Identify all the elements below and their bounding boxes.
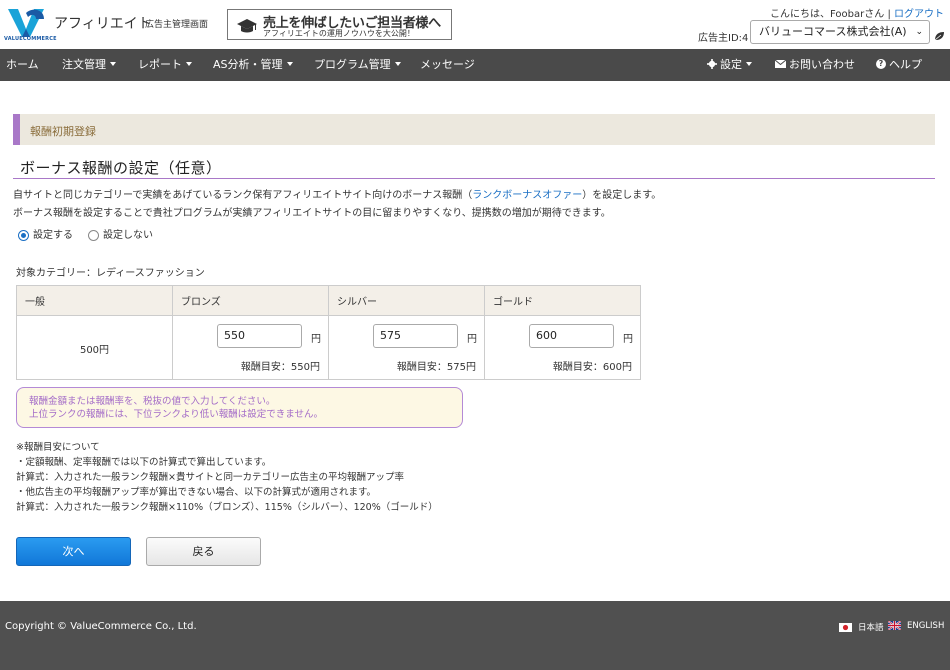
main-nav: ホーム 注文管理 レポート AS分析・管理 プログラム管理 メッセージ 設定 お… bbox=[0, 49, 950, 81]
header-silver: シルバー bbox=[328, 285, 485, 316]
section-header: 報酬初期登録 bbox=[13, 114, 935, 145]
chevron-down-icon: ⌄ bbox=[915, 27, 923, 37]
bronze-unit: 円 bbox=[311, 334, 321, 345]
nav-orders-label: 注文管理 bbox=[62, 58, 106, 71]
nav-help-label: ヘルプ bbox=[889, 58, 922, 71]
nav-settings-label: 設定 bbox=[720, 58, 742, 71]
rank-reward-table: 一般 ブロンズ シルバー ゴールド 500円 550 円 報酬目安：550円 5… bbox=[16, 285, 641, 380]
graduation-cap-icon bbox=[237, 19, 257, 33]
description-line-1: 自サイトと同じカテゴリーで実績をあげているランク保有アフィリエイトサイト向けのボ… bbox=[13, 186, 661, 201]
note-line: ・定額報酬、定率報酬では以下の計算式で算出しています。 bbox=[16, 457, 272, 468]
header: VALUECOMMERCE アフィリエイト 広告主管理画面 売上を伸ばしたいご担… bbox=[0, 0, 950, 49]
caret-down-icon bbox=[394, 62, 401, 66]
reward-estimate-notes: ※報酬目安について ・定額報酬、定率報酬では以下の計算式で算出しています。 計算… bbox=[16, 440, 438, 515]
greeting-separator: | bbox=[887, 9, 891, 20]
logo-subtitle: VALUECOMMERCE bbox=[4, 36, 57, 42]
rank-bonus-offer-link[interactable]: ランクボーナスオファー bbox=[472, 190, 582, 201]
next-button[interactable]: 次へ bbox=[16, 537, 131, 566]
nav-as-analysis-label: AS分析・管理 bbox=[213, 58, 283, 71]
nav-home[interactable]: ホーム bbox=[6, 49, 39, 81]
description-line-2: ボーナス報酬を設定することで貴社プログラムが実績アフィリエイトサイトの目に留まり… bbox=[13, 208, 611, 219]
brand-name: アフィリエイト bbox=[54, 16, 152, 32]
bronze-estimate: 報酬目安：550円 bbox=[240, 362, 320, 373]
advertiser-select[interactable]: バリューコマース株式会社(A) ⌄ bbox=[750, 20, 930, 44]
table-header-row: 一般 ブロンズ シルバー ゴールド bbox=[16, 285, 641, 316]
note-line: ・他広告主の平均報酬アップ率が算出できない場合、以下の計算式が適用されます。 bbox=[16, 487, 377, 498]
uk-flag-icon bbox=[888, 621, 901, 630]
lang-ja-label: 日本語 bbox=[858, 623, 884, 633]
nav-programs-label: プログラム管理 bbox=[314, 58, 391, 71]
banner-subtitle: アフィリエイトの運用ノウハウを大公開！ bbox=[263, 29, 415, 38]
nav-messages[interactable]: メッセージ bbox=[420, 49, 475, 81]
radio-enable-label: 設定する bbox=[33, 230, 73, 241]
gold-reward-input[interactable]: 600 bbox=[529, 324, 614, 348]
japan-flag-icon bbox=[839, 623, 852, 632]
caret-down-icon bbox=[286, 62, 293, 66]
copyright: Copyright © ValueCommerce Co., Ltd. bbox=[5, 621, 197, 632]
caret-down-icon bbox=[746, 62, 752, 66]
header-bronze: ブロンズ bbox=[172, 285, 329, 316]
page-title: ボーナス報酬の設定（任意） bbox=[20, 159, 222, 177]
nav-reports[interactable]: レポート bbox=[138, 49, 192, 81]
nav-home-label: ホーム bbox=[6, 58, 39, 71]
general-reward-value: 500円 bbox=[79, 345, 110, 356]
gear-icon bbox=[707, 59, 717, 69]
lang-en-link[interactable]: ENGLISH bbox=[888, 621, 944, 631]
nav-help[interactable]: ? ヘルプ bbox=[876, 49, 922, 81]
logout-link[interactable]: ログアウト bbox=[894, 9, 944, 20]
description-text: ）を設定します。 bbox=[582, 190, 662, 201]
radio-enable[interactable]: 設定する bbox=[18, 226, 73, 241]
input-notice-box: 報酬金額または報酬率を、税抜の値で入力してください。 上位ランクの報酬には、下位… bbox=[16, 387, 463, 428]
silver-reward-input[interactable]: 575 bbox=[373, 324, 458, 348]
nav-orders[interactable]: 注文管理 bbox=[62, 49, 116, 81]
gold-unit: 円 bbox=[623, 334, 633, 345]
lang-ja-link[interactable]: 日本語 bbox=[839, 621, 884, 633]
header-gold: ゴールド bbox=[484, 285, 641, 316]
brand-subtitle: 広告主管理画面 bbox=[145, 20, 209, 30]
nav-reports-label: レポート bbox=[138, 58, 182, 71]
lang-en-label: ENGLISH bbox=[907, 621, 945, 631]
section-header-label: 報酬初期登録 bbox=[30, 125, 96, 138]
cell-bronze: 550 円 報酬目安：550円 bbox=[172, 315, 329, 380]
nav-programs[interactable]: プログラム管理 bbox=[314, 49, 401, 81]
silver-unit: 円 bbox=[467, 334, 477, 345]
radio-unchecked-icon[interactable] bbox=[88, 229, 99, 241]
note-line: ※報酬目安について bbox=[16, 442, 100, 453]
leaf-icon[interactable] bbox=[934, 31, 945, 41]
question-circle-icon: ? bbox=[876, 59, 886, 69]
cell-general: 500円 bbox=[16, 315, 173, 380]
silver-estimate: 報酬目安：575円 bbox=[396, 362, 476, 373]
radio-checked-icon[interactable] bbox=[18, 229, 29, 241]
footer: Copyright © ValueCommerce Co., Ltd. 日本語 … bbox=[0, 601, 950, 670]
gold-estimate: 報酬目安：600円 bbox=[552, 362, 632, 373]
nav-contact-label: お問い合わせ bbox=[789, 58, 855, 71]
note-line: 計算式：入力された一般ランク報酬×110%（ブロンズ）、115%（シルバー）、1… bbox=[16, 502, 438, 513]
caret-down-icon bbox=[186, 62, 192, 66]
radio-disable-label: 設定しない bbox=[103, 230, 153, 241]
title-divider bbox=[13, 178, 935, 179]
description-text: 自サイトと同じカテゴリーで実績をあげているランク保有アフィリエイトサイト向けのボ… bbox=[13, 190, 473, 201]
header-general: 一般 bbox=[16, 285, 173, 316]
greeting-text: こんにちは、Foobarさん bbox=[770, 9, 885, 20]
promo-banner[interactable]: 売上を伸ばしたいご担当者様へ アフィリエイトの運用ノウハウを大公開！ bbox=[227, 9, 452, 40]
nav-as-analysis[interactable]: AS分析・管理 bbox=[213, 49, 293, 81]
caret-down-icon bbox=[110, 62, 116, 66]
notice-line-1: 報酬金額または報酬率を、税抜の値で入力してください。 bbox=[29, 396, 276, 407]
target-category: 対象カテゴリー：レディースファッション bbox=[16, 268, 205, 279]
greeting: こんにちは、Foobarさん | ログアウト bbox=[770, 5, 944, 20]
cell-gold: 600 円 報酬目安：600円 bbox=[484, 315, 641, 380]
note-line: 計算式：入力された一般ランク報酬×貴サイトと同一カテゴリー広告主の平均報酬アップ… bbox=[16, 472, 404, 483]
nav-settings[interactable]: 設定 bbox=[707, 49, 752, 81]
advertiser-select-value: バリューコマース株式会社(A) bbox=[759, 25, 907, 38]
back-button[interactable]: 戻る bbox=[146, 537, 261, 566]
envelope-icon bbox=[774, 59, 787, 68]
cell-silver: 575 円 報酬目安：575円 bbox=[328, 315, 485, 380]
nav-messages-label: メッセージ bbox=[420, 58, 475, 71]
advertiser-id-label: 広告主ID:4 bbox=[698, 33, 749, 44]
radio-disable[interactable]: 設定しない bbox=[88, 226, 153, 241]
notice-line-2: 上位ランクの報酬には、下位ランクより低い報酬は設定できません。 bbox=[29, 409, 324, 420]
table-row: 500円 550 円 報酬目安：550円 575 円 報酬目安：575円 600… bbox=[16, 315, 641, 380]
nav-contact[interactable]: お問い合わせ bbox=[774, 49, 855, 81]
bronze-reward-input[interactable]: 550 bbox=[217, 324, 302, 348]
